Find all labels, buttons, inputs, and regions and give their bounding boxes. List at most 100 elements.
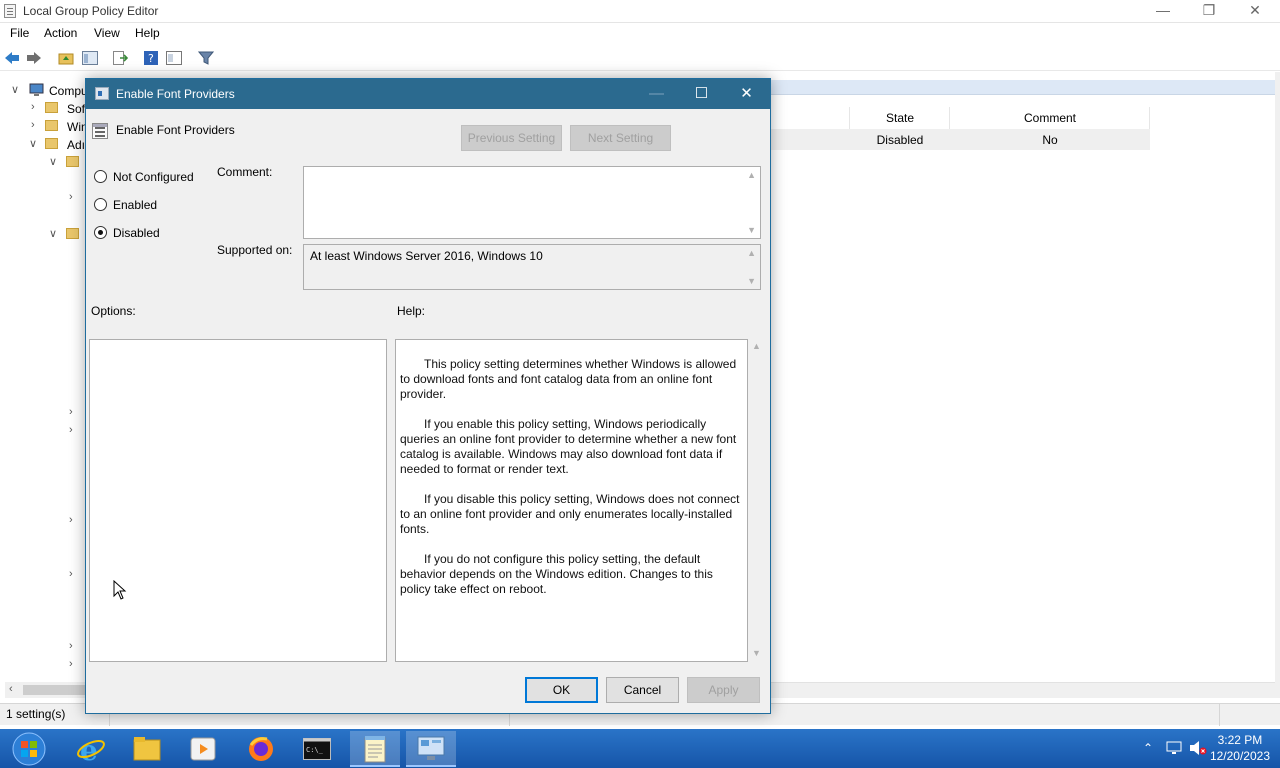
chevron-right-icon[interactable]: › [69,514,73,526]
chevron-right-icon[interactable]: › [69,191,73,203]
mouse-cursor-icon [113,580,127,600]
dialog-title: Enable Font Providers [116,87,235,101]
dialog-title-bar[interactable]: Enable Font Providers — ☐ ✕ [86,79,770,109]
help-paragraph: If you disable this policy setting, Wind… [400,492,740,536]
restore-button[interactable]: ❐ [1186,0,1232,23]
cancel-button[interactable]: Cancel [606,677,679,703]
taskbar-control-panel[interactable] [406,731,456,767]
taskbar-command-prompt[interactable]: C:\_ [292,731,342,767]
radio-label: Not Configured [113,170,194,184]
row-state: Disabled [876,133,924,147]
help-scroll-down-icon[interactable]: ▼ [752,648,761,658]
chevron-right-icon[interactable]: › [69,424,73,436]
computer-icon [29,83,44,96]
radio-circle[interactable] [94,170,107,183]
help-paragraph: This policy setting determines whether W… [400,357,737,401]
close-button[interactable]: ✕ [1232,0,1278,23]
back-arrow-icon[interactable] [4,50,20,66]
chevron-down-icon[interactable]: ∨ [49,155,57,168]
scroll-up-icon[interactable]: ▲ [747,170,756,180]
start-button-icon[interactable] [10,731,48,767]
next-setting-button[interactable]: Next Setting [570,125,671,151]
export-list-icon[interactable] [112,50,128,66]
scroll-down-icon[interactable]: ▼ [747,276,756,286]
tree-item-label: Sof [67,102,86,116]
dialog-maximize-button[interactable]: ☐ [679,79,724,109]
ok-button[interactable]: OK [525,677,598,703]
taskbar-internet-explorer[interactable]: e [66,731,116,767]
supported-on-value: At least Windows Server 2016, Windows 10 [310,249,543,263]
radio-label: Disabled [113,226,160,240]
tree-item-label: Adı [67,138,86,152]
control-panel-icon [417,736,445,760]
chevron-right-icon[interactable]: › [69,406,73,418]
notepad-icon [364,736,386,763]
filter-icon[interactable] [198,50,214,66]
chevron-right-icon[interactable]: › [31,119,35,131]
folder-icon [45,138,58,149]
taskbar-firefox[interactable] [236,731,286,767]
up-folder-icon[interactable] [58,50,74,66]
radio-circle-selected[interactable] [94,226,107,239]
list-horizontal-scrollbar[interactable] [770,682,1275,698]
table-row[interactable]: Disabled No [770,129,1150,150]
chevron-right-icon[interactable]: › [31,101,35,113]
taskbar-media-player[interactable] [178,731,228,767]
show-hidden-icons-icon[interactable]: ⌃ [1143,741,1153,755]
scroll-down-icon[interactable]: ▼ [747,225,756,235]
policy-setting-dialog: Enable Font Providers — ☐ ✕ Enable Font … [85,78,771,714]
volume-muted-icon[interactable] [1189,740,1207,756]
chevron-down-icon[interactable]: ∨ [49,227,57,240]
menu-action[interactable]: Action [44,26,77,40]
menu-help[interactable]: Help [135,26,160,40]
chevron-down-icon[interactable]: ∨ [29,137,37,150]
toolbar: ? [0,45,1280,71]
scroll-up-icon[interactable]: ▲ [747,248,756,258]
window-title: Local Group Policy Editor [23,4,159,18]
svg-text:?: ? [148,52,154,65]
internet-explorer-icon: e [77,734,105,764]
supported-on-field: At least Windows Server 2016, Windows 10… [303,244,761,290]
clock-date: 12/20/2023 [1209,749,1270,763]
policy-setting-icon [92,123,108,139]
list-column-headers: State Comment [770,107,1280,129]
properties-icon[interactable] [166,50,182,66]
chevron-right-icon[interactable]: › [69,658,73,670]
radio-circle[interactable] [94,198,107,211]
folder-icon [45,102,58,113]
help-panel: This policy setting determines whether W… [395,339,748,662]
column-header-comment[interactable]: Comment [950,111,1150,125]
scrollbar-thumb[interactable] [23,685,85,695]
clock-time: 3:22 PM [1217,733,1263,747]
taskbar-notepad[interactable] [350,731,400,767]
previous-setting-button[interactable]: Previous Setting [461,125,562,151]
minimize-button[interactable]: — [1140,0,1186,23]
forward-arrow-icon[interactable] [26,50,42,66]
options-panel [89,339,387,662]
tree-horizontal-scrollbar[interactable]: ‹ [5,682,85,698]
apply-button[interactable]: Apply [687,677,760,703]
taskbar-clock[interactable]: 3:22 PM 12/20/2023 [1210,732,1270,764]
menu-view[interactable]: View [94,26,120,40]
taskbar-file-explorer[interactable] [122,731,172,767]
menu-file[interactable]: File [10,26,29,40]
list-vertical-scrollbar[interactable] [1275,72,1280,698]
help-scroll-up-icon[interactable]: ▲ [752,341,761,351]
group-policy-app-icon [4,4,16,18]
media-player-icon [190,737,216,761]
help-icon[interactable]: ? [143,50,159,66]
column-header-state[interactable]: State [850,111,950,125]
dialog-close-button[interactable]: ✕ [724,79,769,109]
chevron-right-icon[interactable]: › [69,640,73,652]
network-icon[interactable] [1166,740,1182,756]
svg-text:C:\_: C:\_ [306,746,324,754]
chevron-right-icon[interactable]: › [69,568,73,580]
comment-textarea[interactable]: ▲ ▼ [303,166,761,239]
chevron-down-icon[interactable]: ∨ [11,83,19,96]
show-hide-tree-icon[interactable] [82,50,98,66]
policy-dialog-icon [95,87,109,100]
scroll-left-icon[interactable]: ‹ [9,683,13,695]
supported-on-label: Supported on: [217,243,293,257]
folder-icon [66,156,79,167]
comment-label: Comment: [217,165,273,179]
